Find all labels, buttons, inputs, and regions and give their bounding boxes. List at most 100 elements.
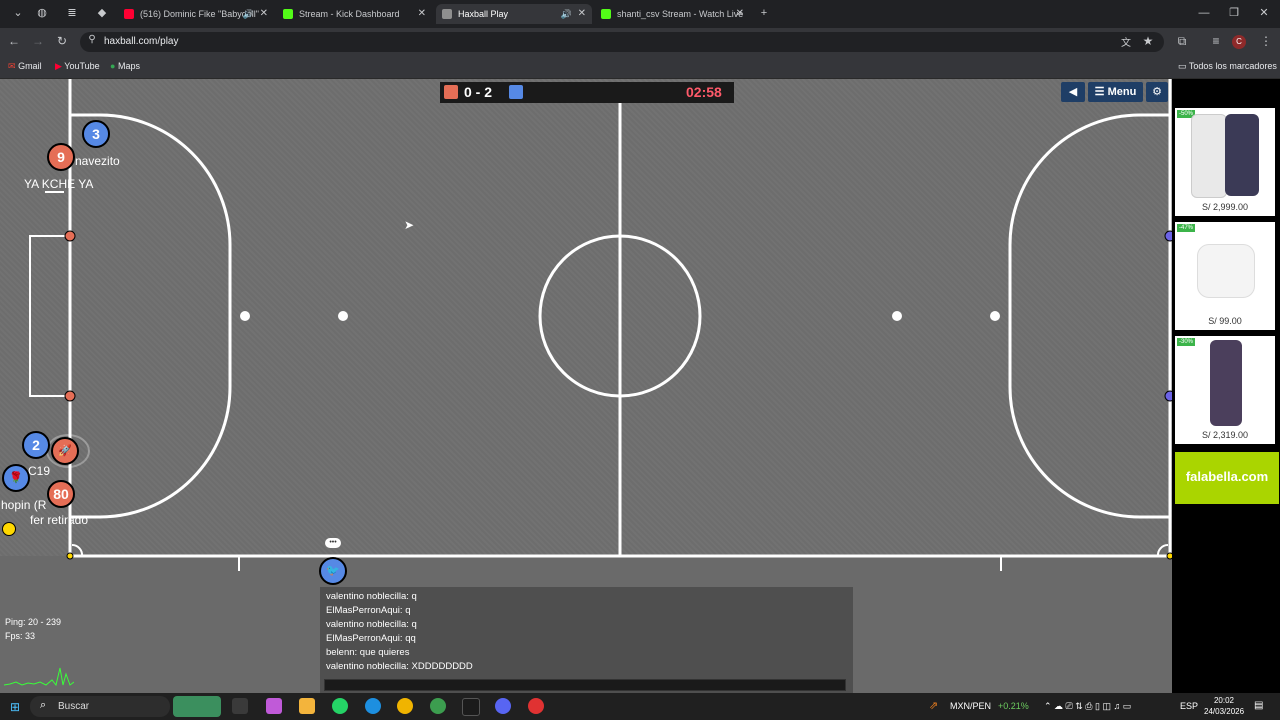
chat-message: ElMasPerronAqui: q [326,605,411,616]
taskbar-search-label: Buscar [58,701,90,712]
windows-start-icon[interactable]: ⊞ [10,700,20,714]
translate-icon[interactable]: 文 [1118,34,1134,49]
close-window-button[interactable]: ✕ [1250,4,1278,22]
forward-icon[interactable]: → [30,34,46,48]
currency-change[interactable]: +0.21% [998,701,1029,711]
bookmarks-bar [0,56,1280,79]
url-text[interactable]: haxball.com/play [104,36,178,47]
profile-avatar[interactable]: C [1232,35,1246,49]
new-tab-button[interactable]: + [750,4,778,22]
chat-message: ElMasPerronAqui: qq [326,633,416,644]
player-name: C19 [28,464,51,478]
cursor-icon: ➤ [404,218,415,232]
tab-kick-dashboard[interactable]: Stream - Kick Dashboard ✕ [277,4,432,24]
file-explorer-icon[interactable] [299,698,315,714]
player-disc: 9 [47,143,75,171]
terminal-icon[interactable] [462,698,480,716]
bookmark-gmail[interactable]: ✉ Gmail [8,61,42,72]
bookmark-star-icon[interactable]: ★ [1140,34,1156,48]
more-menu-icon[interactable]: ⋮ [1258,34,1274,48]
player-name: YA KCHE YA [24,177,94,191]
settings-button[interactable]: ⚙ [1146,82,1168,102]
reload-icon[interactable]: ↻ [54,34,70,48]
bird-icon: 🐦 [326,565,340,577]
widget-image[interactable] [173,696,221,717]
notifications-icon[interactable]: ▤ [1254,700,1263,711]
currency-pair[interactable]: MXN/PEN [950,701,991,711]
copilot-icon[interactable] [266,698,282,714]
youtube-icon [124,9,134,19]
phone-image [1191,114,1227,198]
address-bar[interactable] [80,32,1164,52]
app-icon[interactable] [528,698,544,714]
all-bookmarks[interactable]: ▭ Todos los marcadores [1178,61,1277,72]
player-name: hopin (R [1,498,47,512]
ad-iphone-white[interactable]: -50% S/ 2,999.00 [1175,108,1275,216]
menu-button[interactable]: ☰ Menu [1088,82,1143,102]
hamburger-icon: ☰ [1094,86,1105,98]
whatsapp-icon[interactable] [332,698,348,714]
speaker-icon[interactable]: 🔊 [243,4,254,24]
bookmark-maps[interactable]: ● Maps [110,61,140,71]
extensions-icon[interactable]: ⧉ [1174,34,1190,49]
player-disc: 80 [47,480,75,508]
phone-image [1210,340,1242,426]
chrome-icon[interactable] [397,698,413,714]
chat-message: valentino noblecilla: q [326,619,417,630]
maximize-button[interactable]: ❐ [1220,4,1248,22]
chat-message: valentino noblecilla: XDDDDDDDD [326,661,473,672]
rocket-icon: 🚀 [58,445,72,457]
youtube-icon: ▶ [55,61,62,71]
ball [2,522,16,536]
phone-image [1225,114,1259,196]
language-indicator[interactable]: ESP [1180,701,1198,711]
app-icon[interactable]: ◆ [88,4,116,22]
task-view-icon[interactable] [232,698,248,714]
chrome-profile-icon[interactable] [430,698,446,714]
stack-icon[interactable]: ≣ [58,4,86,22]
close-icon[interactable]: ✕ [736,4,744,24]
media-icon[interactable]: ≡ [1208,34,1224,48]
chat-input[interactable] [324,679,846,691]
fps-text: Fps: 33 [5,631,36,641]
stocks-icon: ⇗ [929,700,939,712]
close-icon[interactable]: ✕ [418,4,426,24]
player-disc: 2 [22,431,50,459]
back-icon[interactable]: ← [6,34,22,48]
clock[interactable]: 20:02 24/03/2026 [1204,695,1244,717]
maps-icon: ● [110,61,116,71]
rose-icon: 🌹 [9,472,23,484]
score-text: 0 - 2 [464,84,493,100]
speaker-icon: ◀ [1068,86,1078,98]
tab-youtube[interactable]: (516) Dominic Fike "Babydoll" 🔊 ✕ [118,4,274,24]
kick-icon [601,9,611,19]
player-disc: 🚀 [51,437,79,465]
sound-button[interactable]: ◀ [1061,82,1085,102]
extension-icon[interactable]: ◍ [28,4,56,22]
gear-icon: ⚙ [1152,86,1162,98]
bookmark-youtube[interactable]: ▶ YouTube [55,61,100,72]
speaker-icon[interactable]: 🔊 [561,4,572,24]
kick-icon [283,9,293,19]
ad-iphone-purple[interactable]: -30% S/ 2,319.00 [1175,336,1275,444]
taskbar-search[interactable] [30,696,170,717]
search-icon: ⌕ [40,699,47,711]
tab-shanti-stream[interactable]: shanti_csv Stream - Watch Live ✕ [595,4,750,24]
minimize-button[interactable]: — [1190,4,1218,22]
haxball-icon [442,9,452,19]
site-info-icon[interactable]: ⚲ [84,34,100,45]
edge-icon[interactable] [365,698,381,714]
tab-haxball[interactable]: Haxball Play 🔊 ✕ [436,4,592,24]
player-disc: 🐦 [319,557,347,585]
falabella-ad[interactable]: falabella.com [1175,452,1279,504]
discord-icon[interactable] [495,698,511,714]
chat-message: belenn: que quieres [326,647,410,658]
player-name: navezito [75,154,120,168]
field-lines [29,79,1172,571]
ad-airpods[interactable]: -47% S/ 99.00 [1175,222,1275,330]
folder-icon: ▭ [1178,61,1187,71]
tray-icons[interactable]: ⌃ ☁ ⎚ ⇅ ⎙ ▯ ◫ ♫ ▭ [1044,701,1131,712]
close-icon[interactable]: ✕ [578,4,586,24]
chat-bubble-icon: ••• [325,538,341,548]
close-icon[interactable]: ✕ [260,4,268,24]
